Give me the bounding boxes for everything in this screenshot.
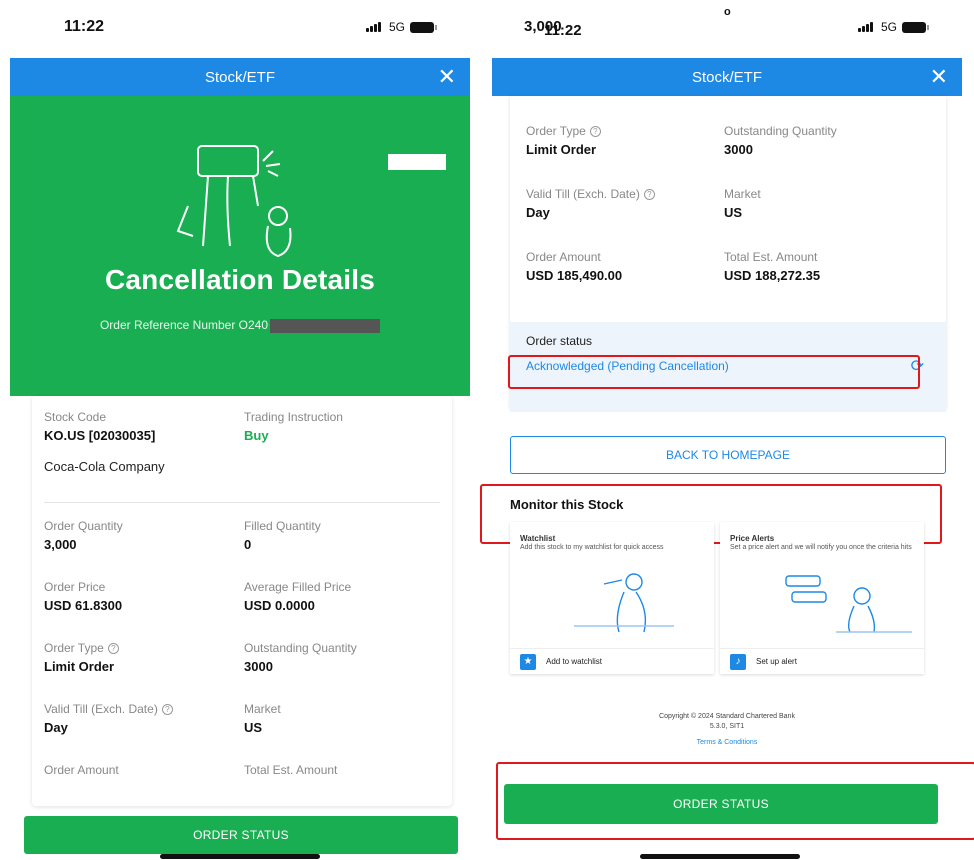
add-to-watchlist-action[interactable]: ★ Add to watchlist bbox=[510, 648, 714, 674]
watchlist-tile[interactable]: Watchlist Add this stock to my watchlist… bbox=[510, 522, 714, 674]
battery-icon bbox=[410, 21, 437, 33]
avg-filled-price-label: Average Filled Price bbox=[244, 580, 352, 594]
app-bar: Stock/ETF ✕ bbox=[10, 58, 470, 96]
market-value: US bbox=[244, 720, 263, 735]
trading-instruction-value: Buy bbox=[244, 428, 269, 443]
close-icon[interactable]: ✕ bbox=[438, 64, 456, 90]
info-icon[interactable]: ? bbox=[107, 642, 119, 654]
terms-link[interactable]: Terms & Conditions bbox=[492, 738, 962, 747]
network-indicator: 5G bbox=[365, 20, 437, 34]
total-est-amount-value: USD 188,272.35 bbox=[724, 268, 821, 283]
order-details-card: Stock Code KO.US [02030035] Trading Instr… bbox=[32, 396, 452, 806]
market-label: Market bbox=[724, 187, 761, 201]
order-type-label: Order Type bbox=[526, 124, 586, 138]
outstanding-quantity-value: 3000 bbox=[724, 142, 753, 157]
order-amount-value: USD 185,490.00 bbox=[526, 268, 623, 283]
app-bar-title: Stock/ETF bbox=[204, 68, 275, 86]
page-title: Cancellation Details bbox=[104, 264, 376, 295]
valid-till-value: Day bbox=[526, 205, 550, 220]
redaction-mask bbox=[270, 318, 381, 333]
info-icon[interactable]: ? bbox=[643, 188, 655, 200]
outstanding-quantity-value: 3000 bbox=[244, 659, 273, 674]
order-reference-label: Order Reference Number O240 bbox=[99, 318, 269, 332]
status-bar: 3,000 11:22 o 5G bbox=[492, 0, 962, 58]
avg-filled-price-value: USD 0.0000 bbox=[244, 598, 315, 613]
watchlist-title: Watchlist bbox=[520, 534, 556, 543]
order-price-value: USD 61.8300 bbox=[44, 598, 123, 613]
order-quantity-label: Order Quantity bbox=[44, 519, 123, 533]
signal-icon bbox=[365, 22, 384, 32]
status-time: 11:22 bbox=[64, 18, 105, 35]
network-label: 5G bbox=[388, 20, 405, 34]
info-icon[interactable]: ? bbox=[161, 703, 173, 715]
watchlist-desc: Add this stock to my watchlist for quick… bbox=[520, 544, 664, 551]
network-label: 5G bbox=[880, 20, 897, 34]
price-alerts-title: Price Alerts bbox=[730, 534, 775, 543]
filled-quantity-value: 0 bbox=[244, 537, 252, 552]
valid-till-label: Valid Till (Exch. Date) bbox=[526, 187, 640, 201]
order-status-label: Order status bbox=[526, 334, 593, 348]
status-dot: o bbox=[724, 6, 731, 18]
order-amount-label: Order Amount bbox=[526, 250, 601, 264]
valid-till-label: Valid Till (Exch. Date) bbox=[44, 702, 158, 716]
order-type-label: Order Type bbox=[44, 641, 104, 655]
watchlist-illustration-icon bbox=[574, 573, 674, 633]
order-status-button[interactable]: ORDER STATUS bbox=[24, 816, 458, 854]
order-type-value: Limit Order bbox=[44, 659, 115, 674]
redaction-box bbox=[388, 154, 446, 170]
price-alerts-tile[interactable]: Price Alerts Set a price alert and we wi… bbox=[720, 522, 924, 674]
market-value: US bbox=[724, 205, 743, 220]
illustration-icon bbox=[176, 145, 292, 258]
order-price-label: Order Price bbox=[44, 580, 106, 594]
network-indicator: 5G bbox=[857, 20, 929, 34]
outstanding-quantity-label: Outstanding Quantity bbox=[724, 124, 837, 138]
stock-code-value: KO.US [02030035] bbox=[44, 428, 156, 443]
back-to-homepage-button[interactable]: BACK TO HOMEPAGE bbox=[510, 436, 946, 474]
app-bar: Stock/ETF ✕ bbox=[492, 58, 962, 96]
company-name: Coca-Cola Company bbox=[44, 459, 165, 474]
star-icon: ★ bbox=[520, 653, 536, 670]
left-screen: 11:22 5G Stock/ETF ✕ Cancellation Detail… bbox=[10, 0, 470, 860]
market-label: Market bbox=[244, 702, 281, 716]
add-to-watchlist-label: Add to watchlist bbox=[546, 657, 603, 666]
version-text: 5.3.0, SIT1 bbox=[709, 723, 745, 730]
status-bar: 11:22 5G bbox=[10, 0, 470, 58]
price-alerts-desc: Set a price alert and we will notify you… bbox=[730, 544, 912, 551]
info-icon[interactable]: ? bbox=[589, 125, 601, 137]
app-bar-title: Stock/ETF bbox=[691, 68, 762, 86]
signal-icon bbox=[857, 22, 876, 32]
copyright-text: Copyright © 2024 Standard Chartered Bank bbox=[659, 713, 795, 720]
valid-till-value: Day bbox=[44, 720, 68, 735]
highlight-box bbox=[496, 762, 974, 840]
set-up-alert-action[interactable]: ♪ Set up alert bbox=[720, 648, 924, 674]
outstanding-quantity-label: Outstanding Quantity bbox=[244, 641, 357, 655]
total-est-amount-label: Total Est. Amount bbox=[724, 250, 818, 264]
cancellation-hero: Cancellation Details Order Reference Num… bbox=[10, 96, 470, 396]
highlight-box bbox=[508, 355, 920, 389]
home-indicator bbox=[640, 854, 800, 859]
home-indicator bbox=[160, 854, 320, 859]
status-time: 11:22 bbox=[544, 22, 582, 39]
order-reference: Order Reference Number O240 bbox=[10, 318, 470, 333]
order-type-value: Limit Order bbox=[526, 142, 597, 157]
battery-icon bbox=[902, 21, 929, 33]
set-up-alert-label: Set up alert bbox=[756, 657, 797, 666]
total-est-amount-label: Total Est. Amount bbox=[244, 763, 338, 777]
trading-instruction-label: Trading Instruction bbox=[244, 410, 343, 424]
order-quantity-value: 3,000 bbox=[44, 537, 77, 552]
stock-code-label: Stock Code bbox=[44, 410, 107, 424]
close-icon[interactable]: ✕ bbox=[930, 64, 948, 90]
alerts-illustration-icon bbox=[785, 575, 912, 633]
filled-quantity-label: Filled Quantity bbox=[244, 519, 321, 533]
right-screen: 3,000 11:22 o 5G Stock/ETF ✕ Order Type?… bbox=[480, 0, 974, 860]
bell-icon: ♪ bbox=[730, 653, 746, 670]
order-amount-label: Order Amount bbox=[44, 763, 119, 777]
